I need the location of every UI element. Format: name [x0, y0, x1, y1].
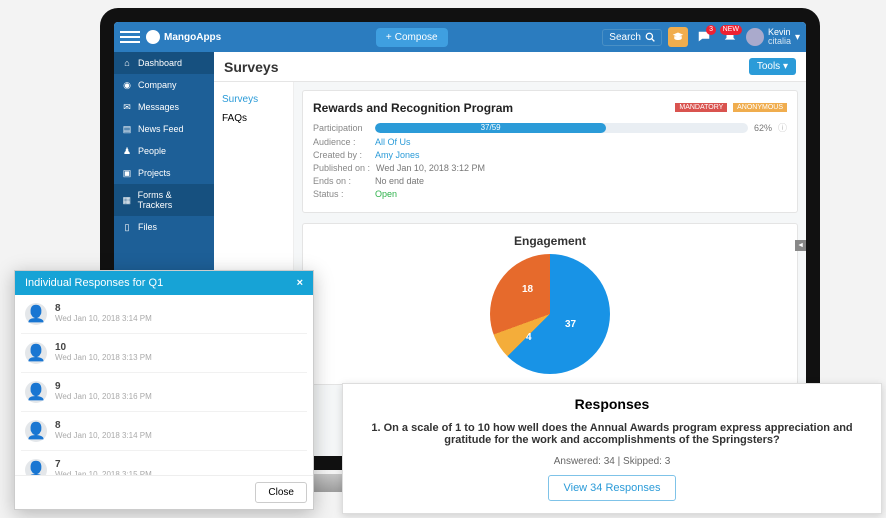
participation-bar: 37/59	[375, 123, 748, 133]
participation-label: Participation	[313, 123, 369, 133]
sidebar-item-dashboard[interactable]: ⌂Dashboard	[114, 52, 214, 74]
sidebar-item-projects[interactable]: ▣Projects	[114, 162, 214, 184]
responses-meta: Answered: 34 | Skipped: 3	[355, 456, 869, 467]
response-item[interactable]: 👤 7Wed Jan 10, 2018 3:15 PM	[21, 451, 307, 475]
grad-icon[interactable]	[668, 27, 688, 47]
individual-responses-modal: Individual Responses for Q1 × 👤 8Wed Jan…	[14, 270, 314, 510]
compose-button[interactable]: + Compose	[376, 28, 448, 47]
brand-icon	[146, 30, 160, 44]
anon-avatar-icon: 👤	[25, 342, 47, 364]
sidebar-item-people[interactable]: ♟People	[114, 140, 214, 162]
question-text: 1. On a scale of 1 to 10 how well does t…	[355, 422, 869, 446]
view-responses-button[interactable]: View 34 Responses	[548, 475, 675, 501]
response-item[interactable]: 👤 9Wed Jan 10, 2018 3:16 PM	[21, 373, 307, 412]
anon-avatar-icon: 👤	[25, 459, 47, 475]
sidebar-item-company[interactable]: ◉Company	[114, 74, 214, 96]
response-item[interactable]: 👤 8Wed Jan 10, 2018 3:14 PM	[21, 412, 307, 451]
username: Kevincitalia	[768, 28, 791, 46]
briefcase-icon: ▣	[122, 168, 132, 178]
widgets-tab[interactable]: ◄	[795, 240, 806, 251]
search-box[interactable]: Search	[602, 29, 662, 46]
status-value: Open	[375, 189, 397, 199]
engagement-pie	[490, 254, 610, 374]
responses-panel: Responses 1. On a scale of 1 to 10 how w…	[342, 383, 882, 514]
grid-icon: ▦	[122, 195, 132, 205]
responses-title: Responses	[355, 396, 869, 412]
page-title: Surveys	[224, 59, 278, 75]
pie-label-4: 4	[526, 332, 532, 343]
menu-icon[interactable]	[120, 31, 140, 43]
pie-label-18: 18	[522, 284, 533, 295]
topbar: MangoApps + Compose Search 3 NEW	[114, 22, 806, 52]
response-item[interactable]: 👤 10Wed Jan 10, 2018 3:13 PM	[21, 334, 307, 373]
sidebar-item-files[interactable]: ▯Files	[114, 216, 214, 238]
compose-label: Compose	[395, 32, 438, 43]
pie-label-37: 37	[565, 319, 576, 330]
subnav-faqs[interactable]: FAQs	[222, 109, 285, 128]
person-icon: ♟	[122, 146, 132, 156]
brand[interactable]: MangoApps	[146, 30, 221, 44]
author-link[interactable]: Amy Jones	[375, 150, 420, 160]
news-icon: ▤	[122, 124, 132, 134]
globe-icon: ◉	[122, 80, 132, 90]
main-header: Surveys Tools ▾	[214, 52, 806, 82]
audience-link[interactable]: All Of Us	[375, 137, 411, 147]
subnav-surveys[interactable]: Surveys	[222, 90, 285, 109]
tools-button[interactable]: Tools ▾	[749, 58, 796, 75]
search-label: Search	[609, 32, 641, 43]
sidebar-item-messages[interactable]: ✉Messages	[114, 96, 214, 118]
participation-pct: 62%	[754, 123, 772, 133]
modal-body[interactable]: 👤 8Wed Jan 10, 2018 3:14 PM 👤 10Wed Jan …	[15, 295, 313, 475]
info-icon[interactable]: ⓘ	[778, 121, 787, 134]
close-button[interactable]: Close	[255, 482, 307, 503]
brand-label: MangoApps	[164, 32, 221, 43]
bell-icon[interactable]: NEW	[720, 27, 740, 47]
sidebar-item-forms-trackers[interactable]: ▦Forms & Trackers	[114, 184, 214, 216]
sidebar-item-news-feed[interactable]: ▤News Feed	[114, 118, 214, 140]
engagement-card: Engagement 37 18 4	[302, 223, 798, 385]
user-menu[interactable]: Kevincitalia ▾	[746, 28, 800, 46]
close-icon[interactable]: ×	[297, 277, 303, 289]
engagement-title: Engagement	[313, 234, 787, 248]
anon-avatar-icon: 👤	[25, 303, 47, 325]
anon-avatar-icon: 👤	[25, 420, 47, 442]
ends-date: No end date	[375, 176, 424, 186]
envelope-icon: ✉	[122, 102, 132, 112]
tag-mandatory: MANDATORY	[675, 103, 727, 112]
notif-badge: 3	[706, 25, 716, 35]
chevron-down-icon: ▾	[795, 32, 800, 43]
avatar	[746, 28, 764, 46]
published-date: Wed Jan 10, 2018 3:12 PM	[376, 163, 485, 173]
modal-title: Individual Responses for Q1	[25, 277, 163, 289]
search-icon	[645, 32, 655, 42]
anon-avatar-icon: 👤	[25, 381, 47, 403]
survey-card: MANDATORY ANONYMOUS Rewards and Recognit…	[302, 90, 798, 213]
home-icon: ⌂	[122, 58, 132, 68]
participation-fill: 37/59	[375, 123, 606, 133]
new-badge: NEW	[720, 25, 742, 35]
tag-anonymous: ANONYMOUS	[733, 103, 787, 112]
file-icon: ▯	[122, 222, 132, 232]
plus-icon: +	[386, 32, 392, 43]
chat-icon[interactable]: 3	[694, 27, 714, 47]
response-item[interactable]: 👤 8Wed Jan 10, 2018 3:14 PM	[21, 295, 307, 334]
